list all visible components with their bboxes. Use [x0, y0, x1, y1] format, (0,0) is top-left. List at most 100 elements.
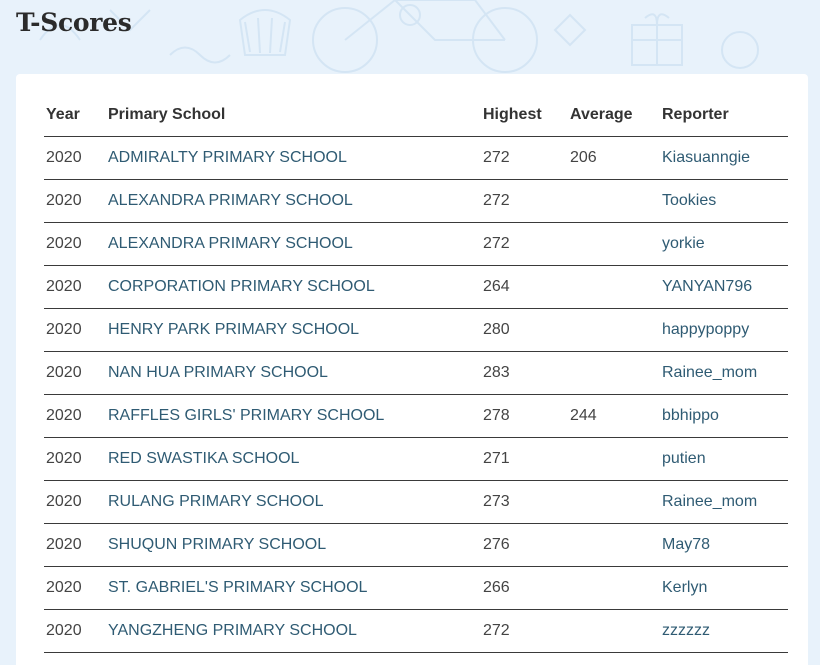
reporter-link[interactable]: Kiasuanngie	[662, 149, 750, 166]
cell-year: 2020	[44, 136, 108, 180]
table-row: 2020 RAFFLES GIRLS' PRIMARY SCHOOL 278 244 b…	[44, 394, 788, 438]
cell-reporter: Rainee_mom	[662, 480, 788, 524]
cell-average: 244	[570, 394, 662, 438]
cell-school: RULANG PRIMARY SCHOOL	[108, 480, 483, 524]
cell-reporter: Kiasuanngie	[662, 136, 788, 180]
school-link[interactable]: YANGZHENG PRIMARY SCHOOL	[108, 622, 357, 639]
table-row: 2020 CORPORATION PRIMARY SCHOOL 264 YANYAN7…	[44, 265, 788, 309]
cell-year: 2020	[44, 566, 108, 610]
table-row: 2020 SHUQUN PRIMARY SCHOOL 276 May78	[44, 523, 788, 567]
cell-highest: 272	[483, 609, 570, 653]
table-row: 2020 RED SWASTIKA SCHOOL 271 putien	[44, 437, 788, 481]
table-row: 2020 ALEXANDRA PRIMARY SCHOOL 272 yorkie	[44, 222, 788, 266]
table-row: 2020 ADMIRALTY PRIMARY SCHOOL 272 206 Kiasua…	[44, 136, 788, 180]
cell-reporter: yorkie	[662, 222, 788, 266]
cell-school: RAFFLES GIRLS' PRIMARY SCHOOL	[108, 394, 483, 438]
school-link[interactable]: ALEXANDRA PRIMARY SCHOOL	[108, 192, 353, 209]
school-link[interactable]: ALEXANDRA PRIMARY SCHOOL	[108, 235, 353, 252]
school-link[interactable]: ST. GABRIEL'S PRIMARY SCHOOL	[108, 579, 367, 596]
school-link[interactable]: ADMIRALTY PRIMARY SCHOOL	[108, 149, 347, 166]
cell-school: RED SWASTIKA SCHOOL	[108, 437, 483, 481]
header-reporter[interactable]: Reporter	[662, 94, 788, 137]
table-row: 2020 ALEXANDRA PRIMARY SCHOOL 272 Tookies	[44, 179, 788, 223]
cell-average	[570, 437, 662, 481]
cell-year: 2020	[44, 179, 108, 223]
cell-average	[570, 222, 662, 266]
cell-year: 2020	[44, 351, 108, 395]
cell-school: HENRY PARK PRIMARY SCHOOL	[108, 308, 483, 352]
school-link[interactable]: NAN HUA PRIMARY SCHOOL	[108, 364, 328, 381]
cell-reporter: May78	[662, 523, 788, 567]
cell-average	[570, 351, 662, 395]
cell-highest: 273	[483, 480, 570, 524]
header-year[interactable]: Year	[44, 94, 108, 137]
cell-year: 2020	[44, 394, 108, 438]
table-row: 2020 RULANG PRIMARY SCHOOL 273 Rainee_mom	[44, 480, 788, 524]
cell-reporter: YANYAN796	[662, 265, 788, 309]
reporter-link[interactable]: May78	[662, 536, 710, 553]
table-header-row: Year Primary School Highest Average Repo…	[44, 94, 788, 137]
cell-reporter: Tookies	[662, 179, 788, 223]
cell-year: 2020	[44, 437, 108, 481]
cell-year: 2020	[44, 308, 108, 352]
header-highest[interactable]: Highest	[483, 94, 570, 137]
cell-highest: 272	[483, 179, 570, 223]
reporter-link[interactable]: zzzzzz	[662, 622, 710, 639]
table-row: 2020 NAN HUA PRIMARY SCHOOL 283 Rainee_mom	[44, 351, 788, 395]
school-link[interactable]: RAFFLES GIRLS' PRIMARY SCHOOL	[108, 407, 384, 424]
reporter-link[interactable]: Tookies	[662, 192, 716, 209]
header-average[interactable]: Average	[570, 94, 662, 137]
cell-highest: 276	[483, 523, 570, 567]
cell-reporter: bbhippo	[662, 394, 788, 438]
cell-highest: 266	[483, 566, 570, 610]
cell-reporter: happypoppy	[662, 308, 788, 352]
cell-year: 2020	[44, 265, 108, 309]
cell-school: ALEXANDRA PRIMARY SCHOOL	[108, 179, 483, 223]
cell-school: ALEXANDRA PRIMARY SCHOOL	[108, 222, 483, 266]
reporter-link[interactable]: Kerlyn	[662, 579, 707, 596]
cell-average	[570, 566, 662, 610]
cell-school: NAN HUA PRIMARY SCHOOL	[108, 351, 483, 395]
reporter-link[interactable]: happypoppy	[662, 321, 749, 338]
cell-reporter: Kerlyn	[662, 566, 788, 610]
cell-school: YANGZHENG PRIMARY SCHOOL	[108, 609, 483, 653]
cell-highest: 264	[483, 265, 570, 309]
cell-highest: 283	[483, 351, 570, 395]
school-link[interactable]: RED SWASTIKA SCHOOL	[108, 450, 299, 467]
school-link[interactable]: CORPORATION PRIMARY SCHOOL	[108, 278, 375, 295]
header-primary-school[interactable]: Primary School	[108, 94, 483, 137]
table-row: 2020 HENRY PARK PRIMARY SCHOOL 280 happypop…	[44, 308, 788, 352]
cell-year: 2020	[44, 609, 108, 653]
cell-average: 206	[570, 136, 662, 180]
page-title: T-Scores	[16, 8, 132, 37]
cell-reporter: zzzzzz	[662, 609, 788, 653]
cell-average	[570, 523, 662, 567]
cell-school: ST. GABRIEL'S PRIMARY SCHOOL	[108, 566, 483, 610]
cell-year: 2020	[44, 523, 108, 567]
school-link[interactable]: RULANG PRIMARY SCHOOL	[108, 493, 323, 510]
reporter-link[interactable]: YANYAN796	[662, 278, 752, 295]
cell-year: 2020	[44, 480, 108, 524]
tscores-card: Year Primary School Highest Average Repo…	[16, 74, 808, 665]
reporter-link[interactable]: Rainee_mom	[662, 493, 757, 510]
cell-highest: 280	[483, 308, 570, 352]
school-link[interactable]: HENRY PARK PRIMARY SCHOOL	[108, 321, 359, 338]
cell-average	[570, 265, 662, 309]
cell-school: ADMIRALTY PRIMARY SCHOOL	[108, 136, 483, 180]
reporter-link[interactable]: yorkie	[662, 235, 705, 252]
table-row: 2020 YANGZHENG PRIMARY SCHOOL 272 zzzzzz	[44, 609, 788, 653]
cell-school: CORPORATION PRIMARY SCHOOL	[108, 265, 483, 309]
cell-reporter: putien	[662, 437, 788, 481]
reporter-link[interactable]: Rainee_mom	[662, 364, 757, 381]
cell-highest: 271	[483, 437, 570, 481]
cell-highest: 272	[483, 136, 570, 180]
reporter-link[interactable]: bbhippo	[662, 407, 719, 424]
cell-average	[570, 609, 662, 653]
cell-average	[570, 179, 662, 223]
cell-school: SHUQUN PRIMARY SCHOOL	[108, 523, 483, 567]
school-link[interactable]: SHUQUN PRIMARY SCHOOL	[108, 536, 326, 553]
table-row: 2020 ST. GABRIEL'S PRIMARY SCHOOL 266 Kerly…	[44, 566, 788, 610]
tscores-table: Year Primary School Highest Average Repo…	[44, 94, 788, 653]
cell-reporter: Rainee_mom	[662, 351, 788, 395]
reporter-link[interactable]: putien	[662, 450, 706, 467]
